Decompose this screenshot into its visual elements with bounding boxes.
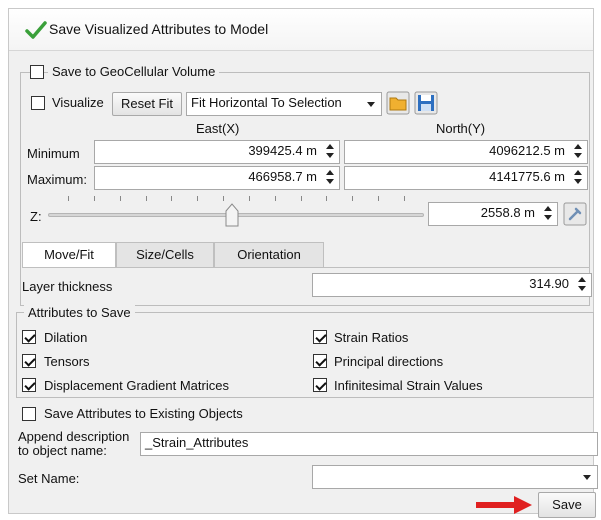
dilation-label: Dilation (44, 330, 88, 345)
spin-arrows-icon[interactable] (574, 169, 582, 185)
slider-tick (326, 196, 328, 201)
append-label-line2: to object name: (18, 443, 107, 458)
save-existing-label: Save Attributes to Existing Objects (44, 406, 243, 421)
append-description-value: _Strain_Attributes (145, 435, 249, 450)
strain-ratios-label: Strain Ratios (334, 330, 409, 345)
displacement-gradient-checkbox[interactable] (22, 378, 36, 392)
open-folder-icon[interactable] (386, 91, 410, 115)
slider-tick (404, 196, 405, 201)
displacement-gradient-label: Displacement Gradient Matrices (44, 378, 229, 393)
tab-label: Orientation (237, 247, 301, 262)
visualize-checkbox[interactable] (31, 96, 45, 110)
slider-tick (119, 196, 121, 201)
slider-tick (93, 196, 95, 201)
tab-label: Size/Cells (136, 247, 194, 262)
spin-arrows-icon[interactable] (544, 205, 552, 221)
dialog-title: Save Visualized Attributes to Model (49, 21, 269, 37)
min-east-value: 399425.4 m (248, 143, 317, 158)
slider-tick (223, 196, 225, 201)
tab-divider (22, 267, 590, 268)
max-east-input[interactable]: 466958.7 m (94, 166, 340, 190)
max-north-value: 4141775.6 m (489, 169, 565, 184)
slider-tick (171, 196, 173, 201)
principal-directions-checkbox[interactable] (313, 354, 327, 368)
min-east-input[interactable]: 399425.4 m (94, 140, 340, 164)
set-name-select[interactable] (312, 465, 598, 489)
spin-arrows-icon[interactable] (574, 143, 582, 159)
eyedropper-icon[interactable] (563, 202, 587, 226)
z-value: 2558.8 m (480, 205, 535, 220)
checkmark-icon (25, 21, 47, 39)
fit-mode-select[interactable]: Fit Horizontal To Selection (186, 92, 382, 116)
tensors-checkbox[interactable] (22, 354, 36, 368)
spin-arrows-icon[interactable] (326, 169, 334, 185)
east-column-header: East(X) (196, 121, 240, 136)
append-label-line1: Append description (18, 429, 130, 444)
north-column-header: North(Y) (436, 121, 486, 136)
maximum-label: Maximum: (27, 172, 87, 187)
slider-tick (378, 196, 380, 201)
set-name-label: Set Name: (18, 471, 80, 486)
save-button[interactable]: Save (538, 492, 596, 518)
slider-tick (352, 196, 354, 201)
max-east-value: 466958.7 m (248, 169, 317, 184)
infinitesimal-strain-label: Infinitesimal Strain Values (334, 378, 483, 393)
strain-ratios-checkbox[interactable] (313, 330, 327, 344)
save-geocellular-checkbox[interactable] (30, 65, 44, 79)
layer-thickness-value: 314.90 (529, 276, 569, 291)
slider-tick (197, 196, 199, 201)
tab-orientation[interactable]: Orientation (214, 242, 324, 268)
spin-arrows-icon[interactable] (326, 143, 334, 159)
principal-directions-label: Principal directions (334, 354, 444, 369)
attributes-legend: Attributes to Save (24, 305, 135, 320)
visualize-label: Visualize (52, 95, 104, 110)
reset-fit-button[interactable]: Reset Fit (112, 92, 182, 116)
spin-arrows-icon[interactable] (578, 276, 586, 292)
z-slider-thumb[interactable] (225, 203, 239, 227)
red-arrow-icon (476, 496, 532, 514)
layer-thickness-input[interactable]: 314.90 (312, 273, 592, 297)
layer-thickness-label: Layer thickness (22, 279, 113, 294)
slider-tick (145, 196, 147, 201)
minimum-label: Minimum (27, 146, 80, 161)
min-north-value: 4096212.5 m (489, 143, 565, 158)
chevron-down-icon (367, 102, 375, 107)
slider-tick (68, 196, 69, 201)
slider-tick (274, 196, 276, 201)
dialog-header: Save Visualized Attributes to Model (9, 9, 593, 51)
slider-tick (248, 196, 250, 201)
z-value-input[interactable]: 2558.8 m (428, 202, 558, 226)
save-existing-checkbox[interactable] (22, 407, 36, 421)
infinitesimal-strain-checkbox[interactable] (313, 378, 327, 392)
slider-tick (300, 196, 302, 201)
tab-label: Move/Fit (44, 247, 94, 262)
fit-mode-value: Fit Horizontal To Selection (191, 95, 342, 110)
z-label: Z: (30, 209, 42, 224)
max-north-input[interactable]: 4141775.6 m (344, 166, 588, 190)
append-description-input[interactable]: _Strain_Attributes (140, 432, 598, 456)
tab-move-fit[interactable]: Move/Fit (22, 242, 116, 268)
save-geocellular-label: Save to GeoCellular Volume (48, 64, 220, 79)
save-icon[interactable] (414, 91, 438, 115)
dilation-checkbox[interactable] (22, 330, 36, 344)
tensors-label: Tensors (44, 354, 90, 369)
tab-size-cells[interactable]: Size/Cells (116, 242, 214, 268)
min-north-input[interactable]: 4096212.5 m (344, 140, 588, 164)
chevron-down-icon (583, 475, 591, 480)
